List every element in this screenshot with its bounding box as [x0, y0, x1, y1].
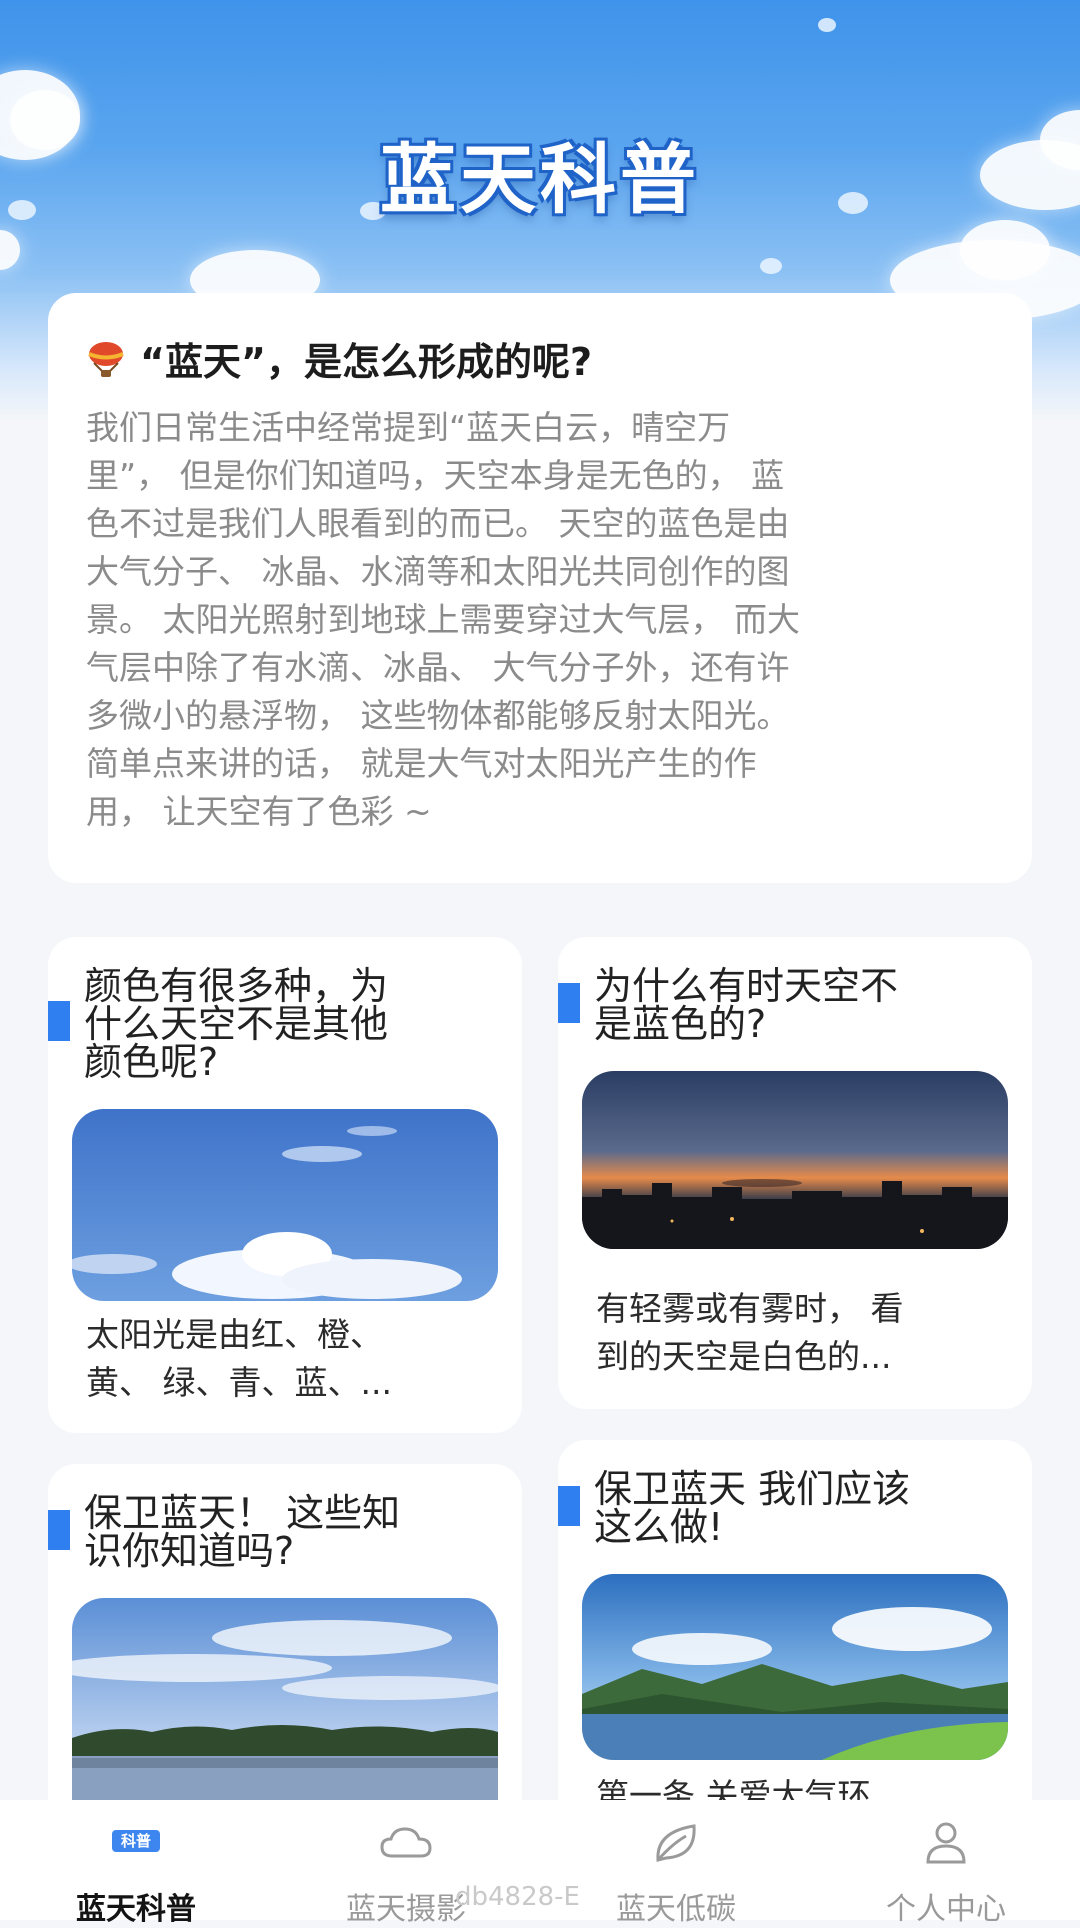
card-title: 颜色有很多种，为 什么天空不是其他 颜色呢?	[84, 964, 389, 1084]
card-title: 保卫蓝天 我们应该 这么做!	[594, 1467, 911, 1549]
intro-card[interactable]: “蓝天”，是怎么形成的呢? 我们日常生活中经常提到“蓝天白云，晴空万 里”， 但…	[48, 293, 1032, 883]
card-title: 为什么有时天空不 是蓝色的?	[594, 964, 899, 1046]
article-card-sky-color[interactable]: 颜色有很多种，为 什么天空不是其他 颜色呢? 太阳光是由红、橙、 黄、 绿、青、…	[48, 937, 522, 1433]
card-description: 有轻雾或有雾时， 看 到的天空是白色的...	[596, 1289, 904, 1376]
intro-line: 大气分子、 冰晶、水滴等和太阳光共同创作的图	[86, 552, 790, 591]
accent-bar	[48, 1001, 70, 1041]
cloud-dot	[818, 18, 836, 32]
intro-line: 我们日常生活中经常提到“蓝天白云，晴空万	[86, 408, 731, 447]
leaf-icon	[656, 1824, 696, 1862]
tab-label: 蓝天低碳	[616, 1892, 736, 1927]
cloud-decoration	[960, 220, 1050, 280]
intro-body: 我们日常生活中经常提到“蓝天白云，晴空万 里”， 但是你们知道吗，天空本身是无色…	[86, 404, 994, 836]
card-photo-mountain-lake	[582, 1574, 1008, 1760]
watermark: db4828-E	[455, 1882, 580, 1912]
cloud-decoration	[0, 230, 20, 270]
accent-bar	[558, 1486, 580, 1526]
tab-label: 蓝天科普	[76, 1892, 196, 1927]
intro-line: 里”， 但是你们知道吗，天空本身是无色的， 蓝	[86, 456, 785, 495]
accent-bar	[558, 983, 580, 1023]
tab-badge: 科普	[112, 1830, 160, 1852]
card-photo-blue-sky	[72, 1109, 498, 1301]
science-badge-icon: 科普	[106, 1818, 166, 1868]
user-icon	[926, 1822, 966, 1864]
cloud-icon	[380, 1827, 432, 1858]
accent-bar	[48, 1510, 70, 1550]
tab-label: 个人中心	[886, 1892, 1006, 1927]
page-title: 蓝天科普	[380, 135, 700, 224]
cloud-dot	[760, 258, 782, 274]
hot-air-balloon-icon	[88, 341, 124, 377]
card-description: 太阳光是由红、橙、 黄、 绿、青、蓝、...	[86, 1315, 392, 1402]
article-card-not-blue[interactable]: 为什么有时天空不 是蓝色的? 有轻雾或有雾时， 看 到的天空是白色的...	[558, 937, 1032, 1409]
intro-line: 色不过是我们人眼看到的而已。 天空的蓝色是由	[86, 504, 790, 543]
intro-title: “蓝天”，是怎么形成的呢?	[140, 340, 592, 384]
card-title: 保卫蓝天！ 这些知 识你知道吗?	[84, 1491, 401, 1573]
intro-line: 简单点来讲的话， 就是大气对太阳光产生的作	[86, 744, 757, 783]
intro-line: 气层中除了有水滴、冰晶、 大气分子外，还有许	[86, 648, 790, 687]
intro-line: 用， 让天空有了色彩 ~	[86, 792, 432, 831]
intro-line: 多微小的悬浮物， 这些物体都能够反射太阳光。	[86, 696, 790, 735]
card-photo-sunset-city	[582, 1071, 1008, 1249]
intro-line: 景。 太阳光照射到地球上需要穿过大气层， 而大	[86, 600, 800, 639]
